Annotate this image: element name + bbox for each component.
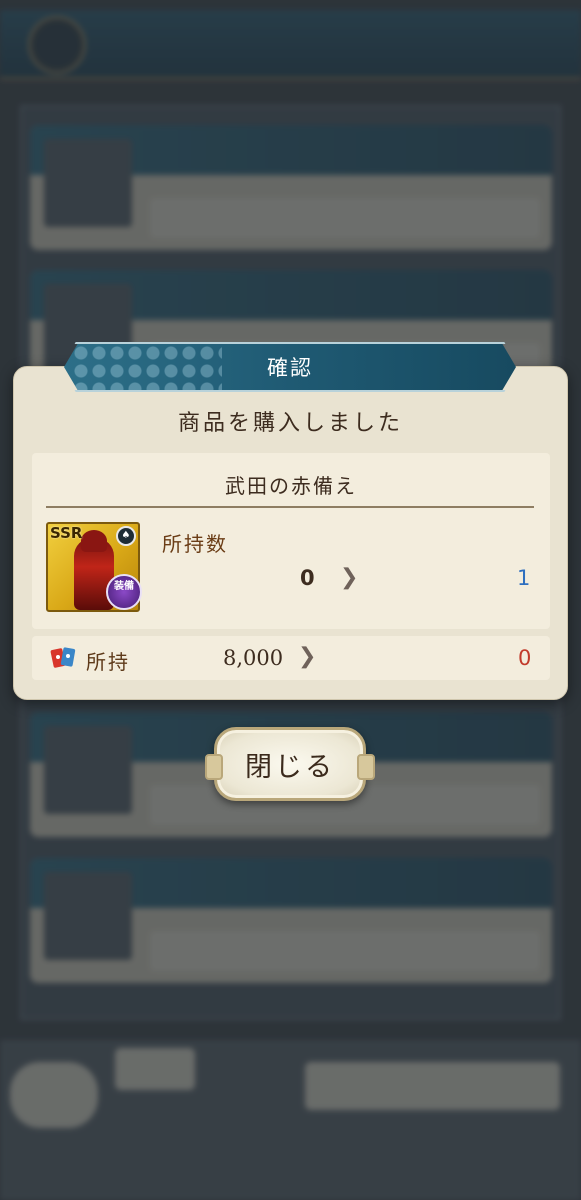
rarity-label: SSR [50, 524, 83, 542]
helmet-shape [81, 530, 107, 552]
item-divider [46, 506, 534, 508]
close-button[interactable]: 閉じる [205, 727, 375, 801]
dialog-title: 確認 [267, 356, 313, 380]
item-name: 武田の赤備え [225, 474, 357, 498]
ticket-icon [50, 647, 76, 668]
arrow-right-icon: ❯ [298, 644, 317, 669]
item-type-icon: ♠ [116, 526, 136, 546]
currency-after: 0 [518, 646, 532, 670]
owned-count-before: 0 [300, 566, 315, 590]
purchase-message: 商品を購入しました [177, 411, 403, 436]
equipment-badge: 装備 [106, 574, 142, 610]
owned-count-after: 1 [517, 566, 531, 590]
arrow-right-icon: ❯ [340, 565, 359, 590]
currency-owned-label: 所持 [86, 650, 130, 674]
owned-count-label: 所持数 [162, 532, 228, 556]
currency-before: 8,000 [223, 646, 284, 670]
